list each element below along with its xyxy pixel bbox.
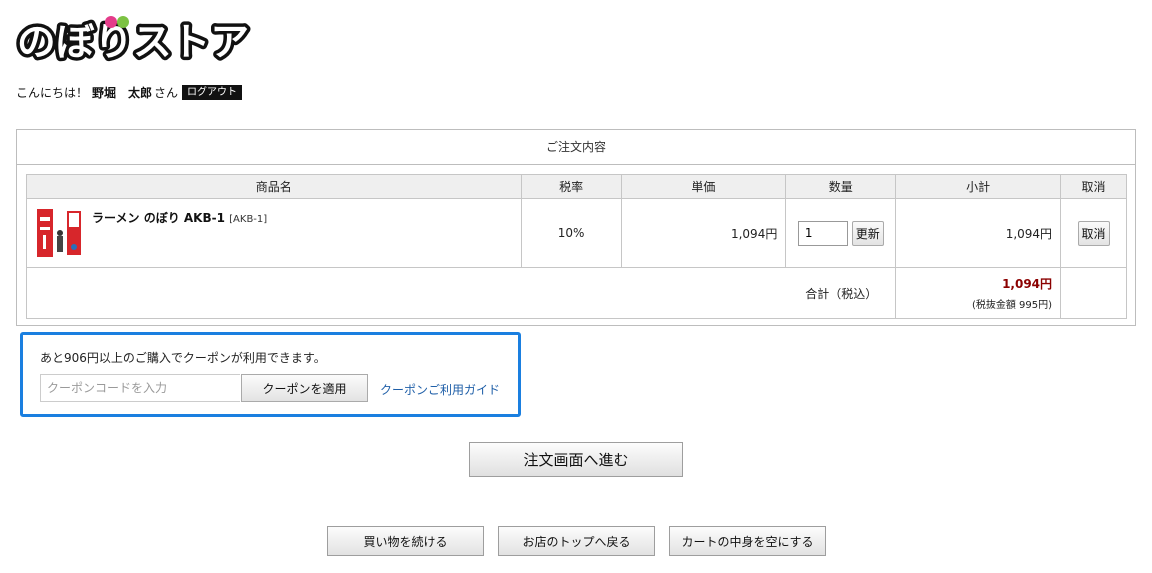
remove-item-button[interactable]: 取消: [1077, 220, 1110, 246]
order-section-title: ご注文内容: [17, 130, 1135, 165]
col-header-unit-price: 単価: [620, 174, 787, 199]
total-row: 合計（税込） 1,094円 (税抜金額 995円): [25, 267, 1127, 319]
total-empty-cell: [1060, 267, 1127, 319]
user-name: 野堀 太郎: [92, 86, 153, 100]
cancel-cell: 取消: [1060, 198, 1127, 268]
greeting-hello: こんにちは！: [16, 86, 89, 100]
col-header-subtotal: 小計: [895, 174, 1062, 199]
col-header-product: 商品名: [26, 174, 522, 199]
logo-dot-pink: [105, 16, 117, 28]
order-summary: ご注文内容 商品名 税率 単価 数量 小計 取消 ラーメン のぼり AKB-1 …: [16, 129, 1136, 326]
col-header-quantity: 数量: [785, 174, 897, 199]
greeting-suffix: さん: [154, 86, 179, 100]
total-cell: 1,094円 (税抜金額 995円): [895, 267, 1062, 319]
item-cell: ラーメン のぼり AKB-1 [AKB-1]: [26, 198, 522, 268]
logout-button[interactable]: ログアウト: [182, 85, 243, 100]
continue-shopping-button[interactable]: 買い物を続ける: [327, 526, 484, 556]
logo-text: のぼりストア: [17, 20, 249, 64]
coupon-guide-link[interactable]: クーポンご利用ガイド: [380, 381, 500, 398]
empty-cart-button[interactable]: カートの中身を空にする: [669, 526, 826, 556]
total-label: 合計（税込）: [25, 267, 897, 319]
proceed-to-order-button[interactable]: 注文画面へ進む: [469, 442, 683, 477]
greeting: こんにちは！ 野堀 太郎 さん ログアウト: [16, 84, 243, 101]
product-code: [AKB-1]: [229, 214, 268, 225]
total-excl-tax: (税抜金額 995円): [971, 300, 1053, 311]
col-header-cancel: 取消: [1060, 174, 1127, 199]
back-to-store-top-button[interactable]: お店のトップへ戻る: [498, 526, 655, 556]
unit-price: 1,094円: [620, 198, 787, 268]
quantity-input[interactable]: [797, 220, 848, 246]
total-price: 1,094円: [1002, 277, 1053, 291]
apply-coupon-button[interactable]: クーポンを適用: [241, 374, 368, 402]
logo-dot-green: [117, 16, 129, 28]
store-logo[interactable]: のぼりストア のぼりストア: [16, 14, 254, 64]
coupon-message: あと906円以上のご購入でクーポンが利用できます。: [40, 351, 326, 365]
col-header-tax: 税率: [520, 174, 622, 199]
product-name[interactable]: ラーメン のぼり AKB-1: [92, 211, 225, 225]
quantity-cell: 更新: [785, 198, 897, 268]
product-thumbnail[interactable]: [35, 207, 87, 259]
tax-rate: 10%: [520, 198, 622, 268]
cart-table: 商品名 税率 単価 数量 小計 取消 ラーメン のぼり AKB-1 [AKB-1…: [25, 174, 1127, 319]
item-subtotal: 1,094円: [895, 198, 1062, 268]
update-quantity-button[interactable]: 更新: [851, 220, 884, 246]
cart-header-row: 商品名 税率 単価 数量 小計 取消: [26, 174, 1127, 199]
cart-item-row: ラーメン のぼり AKB-1 [AKB-1] 10% 1,094円 更新 1,0…: [26, 198, 1127, 268]
coupon-panel: あと906円以上のご購入でクーポンが利用できます。 クーポンを適用 クーポンご利…: [20, 332, 521, 417]
coupon-code-input[interactable]: [40, 374, 240, 402]
